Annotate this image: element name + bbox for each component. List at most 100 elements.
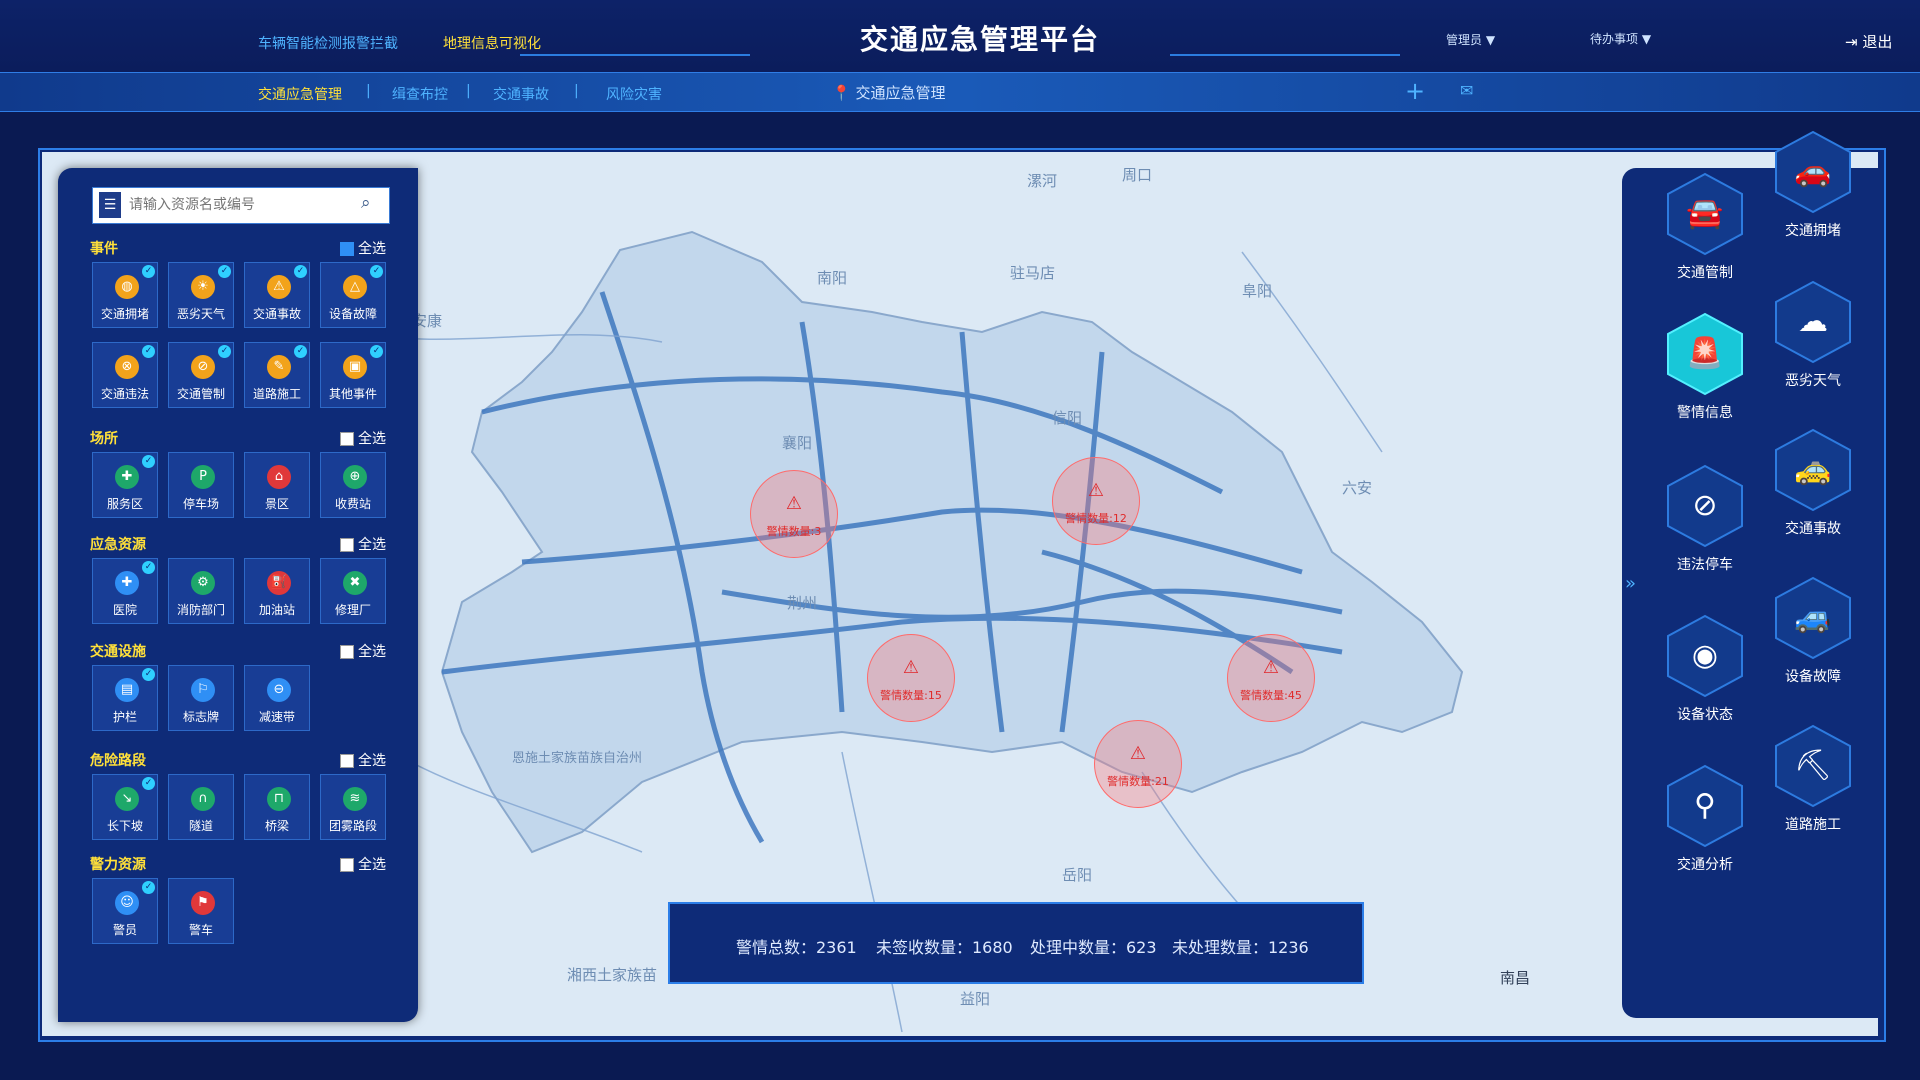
- resource-toggle[interactable]: ⊕ 收费站: [320, 452, 386, 518]
- mail-icon[interactable]: ✉: [1460, 81, 1473, 100]
- resource-toggle[interactable]: △ 设备故障 ✓: [320, 262, 386, 328]
- resource-label: 交通事故: [252, 307, 301, 321]
- resource-icon: ▤: [115, 678, 139, 702]
- title-deco-right: [1170, 20, 1400, 56]
- resource-label: 标志牌: [182, 710, 219, 724]
- tab-inspection-control[interactable]: 缉查布控: [392, 84, 448, 104]
- section-title: 事件: [90, 241, 118, 257]
- nav-vehicle-detection[interactable]: 车辆智能检测报警拦截: [258, 33, 398, 53]
- resource-toggle[interactable]: ⚙ 消防部门: [168, 558, 234, 624]
- resource-label: 交通违法: [100, 387, 149, 401]
- resource-toggle[interactable]: ⊗ 交通违法 ✓: [92, 342, 158, 408]
- add-icon[interactable]: +: [1405, 77, 1425, 105]
- function-button[interactable]: 🚨: [1666, 312, 1744, 396]
- select-all-checkbox[interactable]: 全选: [340, 238, 386, 258]
- logout-button[interactable]: ⇥ 退出: [1845, 31, 1892, 52]
- check-icon: ✓: [142, 455, 155, 468]
- check-icon: ✓: [142, 881, 155, 894]
- resource-toggle[interactable]: ↘ 长下坡 ✓: [92, 774, 158, 840]
- resource-toggle[interactable]: ∩ 隧道: [168, 774, 234, 840]
- resource-label: 恶劣天气: [176, 307, 225, 321]
- nav-gis-visualization[interactable]: 地理信息可视化: [443, 33, 541, 53]
- title-deco-left: [520, 20, 750, 56]
- function-button[interactable]: ⊘: [1666, 464, 1744, 548]
- function-button[interactable]: 🚘: [1666, 172, 1744, 256]
- resource-toggle[interactable]: ⚑ 警车: [168, 878, 234, 944]
- resource-toggle[interactable]: ⊓ 桥梁: [244, 774, 310, 840]
- select-all-label: 全选: [358, 537, 386, 553]
- search-input[interactable]: [127, 190, 351, 220]
- select-all-label: 全选: [358, 644, 386, 660]
- resource-label: 警车: [188, 923, 213, 937]
- resource-toggle[interactable]: ✖ 修理厂: [320, 558, 386, 624]
- function-label: 交通事故: [1785, 521, 1841, 537]
- resource-toggle[interactable]: ▣ 其他事件 ✓: [320, 342, 386, 408]
- resource-icon: ⚠: [267, 275, 291, 299]
- select-all-checkbox[interactable]: 全选: [340, 641, 386, 661]
- list-icon[interactable]: ☰: [99, 192, 121, 218]
- function-button[interactable]: 🚙: [1774, 576, 1852, 660]
- check-icon: ✓: [294, 345, 307, 358]
- alarm-bell-icon: ⚠: [1262, 657, 1280, 678]
- select-all-checkbox[interactable]: 全选: [340, 534, 386, 554]
- map-label: 南昌: [1500, 969, 1531, 987]
- resource-icon: ↘: [115, 787, 139, 811]
- resource-toggle[interactable]: ☺ 警员 ✓: [92, 878, 158, 944]
- admin-menu[interactable]: 管理员 ▼: [1446, 31, 1495, 48]
- logout-icon: ⇥: [1845, 33, 1858, 51]
- checkbox-icon: [340, 858, 354, 872]
- select-all-label: 全选: [358, 857, 386, 873]
- resource-icon: ≋: [343, 787, 367, 811]
- resource-toggle[interactable]: ▤ 护栏 ✓: [92, 665, 158, 731]
- function-label: 违法停车: [1677, 557, 1733, 573]
- resource-label: 景区: [264, 497, 289, 511]
- tab-traffic-accident[interactable]: 交通事故: [493, 84, 549, 104]
- resource-label: 交通拥堵: [100, 307, 149, 321]
- resource-toggle[interactable]: ⚐ 标志牌: [168, 665, 234, 731]
- select-all-checkbox[interactable]: 全选: [340, 428, 386, 448]
- resource-toggle[interactable]: ☀ 恶劣天气 ✓: [168, 262, 234, 328]
- resource-toggle[interactable]: ⛽ 加油站: [244, 558, 310, 624]
- device-status-icon: ◉: [1691, 638, 1719, 673]
- check-icon: ✓: [294, 265, 307, 278]
- search-icon[interactable]: ⌕: [361, 193, 371, 213]
- resource-toggle[interactable]: ⌂ 景区: [244, 452, 310, 518]
- resource-toggle[interactable]: ✚ 服务区 ✓: [92, 452, 158, 518]
- function-button[interactable]: ⛏: [1774, 724, 1852, 808]
- stat-total: 警情总数：2361: [736, 938, 857, 957]
- alarm-marker[interactable]: ⚠ 警情数量:12: [1052, 457, 1140, 545]
- alarm-marker[interactable]: ⚠ 警情数量:45: [1227, 634, 1315, 722]
- select-all-label: 全选: [358, 431, 386, 447]
- tab-emergency-management[interactable]: 交通应急管理: [258, 84, 342, 104]
- search-box[interactable]: ☰ ⌕: [92, 187, 390, 224]
- resource-toggle[interactable]: ⊘ 交通管制 ✓: [168, 342, 234, 408]
- resource-icon: ✎: [267, 355, 291, 379]
- check-icon: ✓: [142, 345, 155, 358]
- resource-toggle[interactable]: ⚠ 交通事故 ✓: [244, 262, 310, 328]
- alarm-marker[interactable]: ⚠ 警情数量:15: [867, 634, 955, 722]
- alarm-marker[interactable]: ⚠ 警情数量:21: [1094, 720, 1182, 808]
- function-button[interactable]: ◉: [1666, 614, 1744, 698]
- expand-arrow-icon[interactable]: »: [1625, 573, 1636, 594]
- function-button[interactable]: ⚲: [1666, 764, 1744, 848]
- todo-menu[interactable]: 待办事项 ▼: [1590, 30, 1651, 47]
- alarm-marker[interactable]: ⚠ 警情数量:3: [750, 470, 838, 558]
- resource-icon: ✚: [115, 571, 139, 595]
- function-button[interactable]: 🚕: [1774, 428, 1852, 512]
- function-button[interactable]: 🚗: [1774, 130, 1852, 214]
- admin-menu-label: 管理员: [1446, 33, 1483, 47]
- checkbox-icon: [340, 645, 354, 659]
- resource-toggle[interactable]: ◍ 交通拥堵 ✓: [92, 262, 158, 328]
- resource-toggle[interactable]: ✚ 医院 ✓: [92, 558, 158, 624]
- check-icon: ✓: [142, 265, 155, 278]
- resource-toggle[interactable]: P 停车场: [168, 452, 234, 518]
- select-all-checkbox[interactable]: 全选: [340, 854, 386, 874]
- tab-risk-disaster[interactable]: 风险灾害: [606, 84, 662, 104]
- function-button[interactable]: ☁: [1774, 280, 1852, 364]
- resource-toggle[interactable]: ≋ 团雾路段: [320, 774, 386, 840]
- resource-toggle[interactable]: ✎ 道路施工 ✓: [244, 342, 310, 408]
- resource-label: 团雾路段: [328, 819, 377, 833]
- select-all-checkbox[interactable]: 全选: [340, 750, 386, 770]
- resource-toggle[interactable]: ⊖ 减速带: [244, 665, 310, 731]
- traffic-analysis-icon: ⚲: [1694, 788, 1716, 823]
